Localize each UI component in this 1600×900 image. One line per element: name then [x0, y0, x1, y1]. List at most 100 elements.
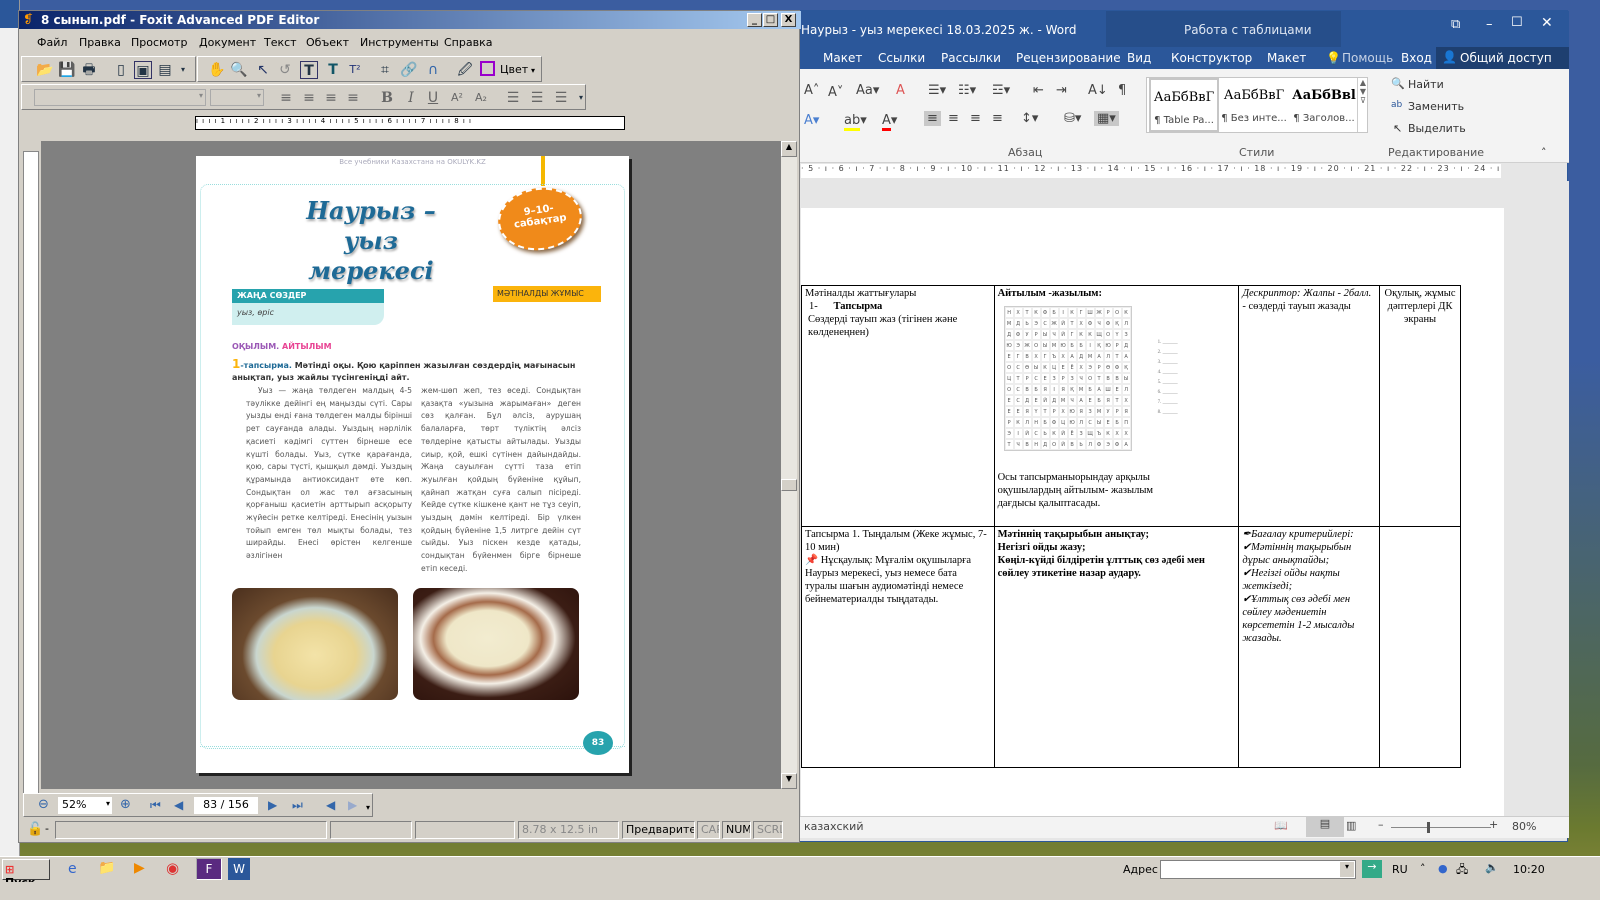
menu-help[interactable]: Справка [444, 36, 492, 49]
volume-icon[interactable]: 🔈 [1485, 861, 1499, 874]
clock[interactable]: 10:20 [1513, 863, 1545, 876]
find-button[interactable]: Найти [1408, 78, 1444, 91]
decrease-indent-icon[interactable]: ⇤ [1033, 83, 1044, 98]
bold-icon[interactable]: B [378, 89, 396, 107]
explorer-icon[interactable]: 📁 [98, 860, 115, 876]
zoom-select[interactable]: 52% ▾ [58, 797, 112, 814]
subscript-icon[interactable]: A₂ [472, 89, 490, 107]
dropdown-icon[interactable]: ▾ [572, 89, 590, 107]
zoom-out-button[interactable]: – [1378, 818, 1384, 831]
table-cell[interactable] [1379, 526, 1461, 768]
align-center-icon[interactable]: ≡ [300, 89, 318, 107]
add-text-icon[interactable]: T [324, 61, 342, 79]
font-color-icon[interactable]: A▾ [882, 113, 897, 131]
align-left-icon[interactable]: ≡ [277, 89, 295, 107]
show-hidden-icon[interactable]: ˄ [1420, 862, 1426, 875]
replace-button[interactable]: Заменить [1408, 100, 1464, 113]
foxit-taskbar-icon[interactable]: F [196, 858, 222, 880]
zoom-in-icon[interactable]: ⊕ [120, 797, 131, 812]
ribbon-display-icon[interactable]: ⧉ [1451, 17, 1460, 32]
print-icon[interactable]: 🖶 [80, 61, 98, 79]
highlight-icon[interactable]: ab▾ [844, 113, 867, 131]
justify-icon[interactable]: ≡ [992, 111, 1003, 126]
open-icon[interactable]: 📂 [36, 61, 54, 79]
tab-design[interactable]: Конструктор [1171, 51, 1252, 65]
word-taskbar-icon[interactable]: W [228, 858, 250, 880]
scroll-thumb[interactable] [781, 479, 797, 491]
tab-table-layout[interactable]: Макет [1267, 51, 1306, 65]
go-button[interactable]: → [1362, 860, 1382, 878]
save-icon[interactable]: 💾 [58, 61, 76, 79]
shrink-font-icon[interactable]: A˅ [828, 85, 843, 100]
pilcrow-icon[interactable]: ¶ [1118, 83, 1126, 98]
color-swatch-icon[interactable] [480, 61, 495, 76]
table-cell[interactable]: Тапсырма 1. Тыңдалым (Жеке жұмыс, 7-10 м… [801, 526, 995, 768]
previous-page-icon[interactable]: ◀ [174, 798, 183, 812]
horizontal-ruler[interactable]: · 5 · ı · 6 · ı · 7 · ı · 8 · ı · 9 · ı … [801, 164, 1501, 178]
zoom-slider-thumb[interactable] [1427, 822, 1430, 833]
first-page-icon[interactable]: ⏮ [150, 798, 161, 813]
collapse-ribbon-icon[interactable]: ˄ [1541, 146, 1547, 159]
eyedropper-icon[interactable]: 🖉 [456, 61, 474, 79]
start-button[interactable]: ⊞ Пуск [2, 859, 50, 889]
maximize-button[interactable]: □ [763, 13, 778, 27]
table-cell[interactable]: Дескриптор: Жалпы - 2балл. - сөздерді та… [1238, 285, 1381, 527]
fit-width-icon[interactable]: ▤ [156, 61, 174, 79]
signin-link[interactable]: Вход [1401, 51, 1432, 65]
hand-icon[interactable]: ✋ [208, 61, 226, 79]
vertical-scrollbar[interactable]: ▲ ▼ [781, 141, 797, 789]
zoom-level[interactable]: 80% [1512, 820, 1536, 833]
select-button[interactable]: Выделить [1408, 122, 1466, 135]
fit-page-icon[interactable]: ▣ [134, 61, 152, 79]
web-layout-icon[interactable]: ▥ [1346, 819, 1356, 832]
numbering-icon[interactable]: T² [346, 61, 364, 79]
text-effects-icon[interactable]: A▾ [804, 113, 819, 128]
borders-icon[interactable]: ▦▾ [1094, 111, 1119, 126]
back-icon[interactable]: ◀ [326, 798, 335, 812]
font-size-select[interactable]: ▾ [210, 89, 264, 106]
increase-indent-icon[interactable]: ⇥ [1056, 83, 1067, 98]
zoom-icon[interactable]: 🔍 [230, 61, 248, 79]
table-cell[interactable]: Оқулық, жұмыс дәптерлері ДК экраны [1379, 285, 1461, 527]
font-family-select[interactable]: ▾ [34, 89, 206, 106]
align-right-icon[interactable]: ≡ [322, 89, 340, 107]
menu-tools[interactable]: Инструменты [360, 36, 439, 49]
scroll-down-button[interactable]: ▼ [781, 773, 797, 789]
table-cell[interactable]: Мәтіналды жаттығулары 1- Тапсырма Сөздер… [801, 285, 995, 527]
align-center-icon[interactable]: ≡ [948, 111, 959, 126]
underline-icon[interactable]: U [424, 89, 442, 107]
style-heading[interactable]: АаБбВвl ¶ Заголов... [1289, 78, 1359, 132]
link-icon[interactable]: 🔗 [400, 61, 418, 79]
superscript-icon[interactable]: A² [448, 89, 466, 107]
media-player-icon[interactable]: ▶ [134, 860, 145, 876]
ie-icon[interactable]: e [68, 861, 77, 877]
page-input[interactable]: 83 / 156 [194, 797, 258, 814]
rotate-icon[interactable]: ↺ [276, 61, 294, 79]
zoom-in-button[interactable]: + [1489, 818, 1498, 831]
tray-icon[interactable]: 🖧 [1456, 861, 1468, 880]
menu-view[interactable]: Просмотр [131, 36, 187, 49]
tab-layout[interactable]: Макет [823, 51, 862, 65]
chrome-icon[interactable]: ◉ [166, 859, 179, 877]
text-tool-icon[interactable]: T [300, 61, 318, 79]
sort-icon[interactable]: A↓ [1088, 83, 1108, 98]
grow-font-icon[interactable]: A˄ [804, 83, 819, 98]
multilevel-list-icon[interactable]: ☲▾ [992, 83, 1010, 98]
scroll-up-button[interactable]: ▲ [781, 141, 797, 157]
color-dropdown-icon[interactable]: ▾ [531, 66, 535, 75]
menu-edit[interactable]: Правка [79, 36, 121, 49]
maximize-button[interactable]: ☐ [1511, 15, 1523, 30]
minimize-button[interactable]: _ [747, 13, 762, 27]
path-icon[interactable]: ∩ [424, 61, 442, 79]
align-left-icon[interactable]: ≡ [924, 111, 941, 126]
forward-icon[interactable]: ▶ [348, 798, 357, 812]
bullets-icon[interactable]: ☰▾ [928, 83, 946, 98]
zoom-out-icon[interactable]: ⊖ [38, 797, 49, 812]
read-mode-icon[interactable]: 📖 [1274, 819, 1288, 832]
color-button[interactable]: Цвет [500, 63, 528, 76]
change-case-icon[interactable]: Aa▾ [856, 83, 879, 98]
network-icon[interactable]: ● [1438, 862, 1448, 875]
table-cell[interactable]: Мәтіннің тақырыбын анықтау; Негізгі ойды… [993, 526, 1240, 768]
menu-document[interactable]: Документ [199, 36, 256, 49]
menu-file[interactable]: Файл [37, 36, 67, 49]
